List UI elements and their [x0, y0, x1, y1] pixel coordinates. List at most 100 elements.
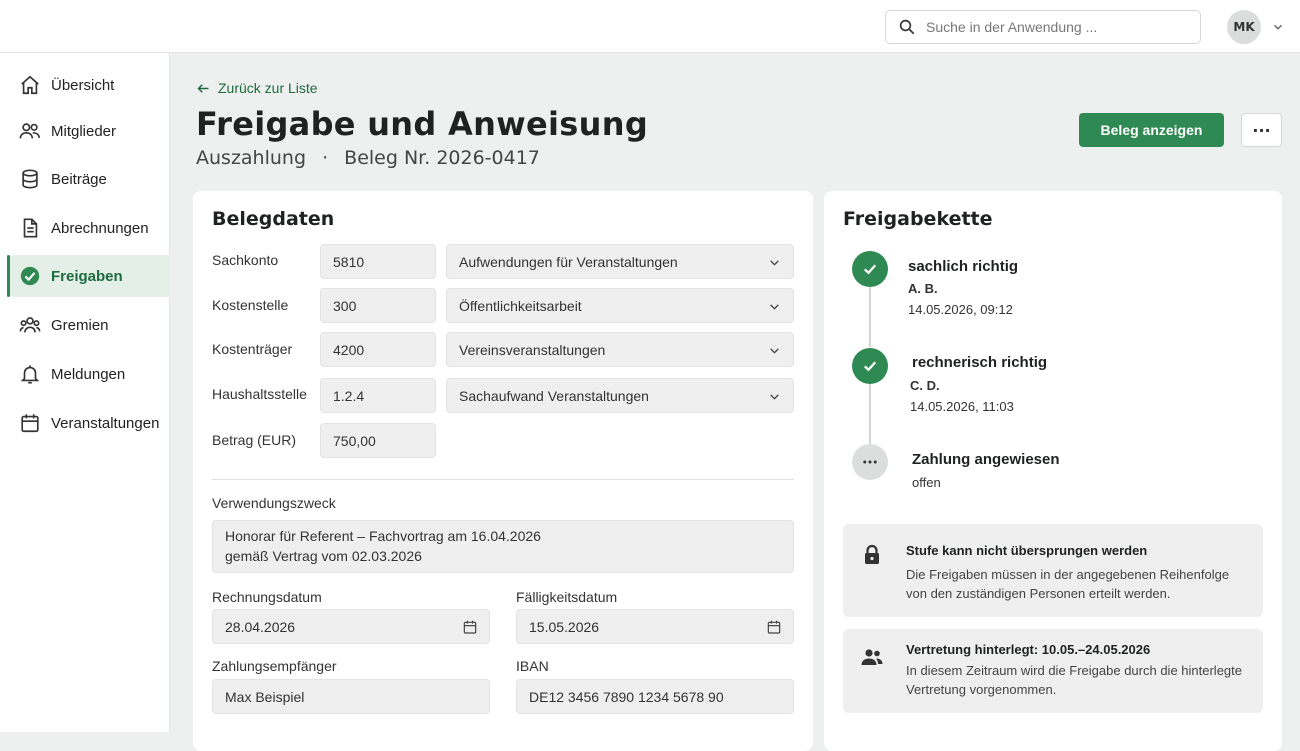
notice-lock: Stufe kann nicht übersprungen werden Die…: [843, 524, 1263, 617]
calendar-icon[interactable]: [462, 619, 478, 635]
notice-line: In diesem Zeitraum wird die Freigabe dur…: [906, 663, 1243, 678]
group-icon: [19, 317, 41, 333]
notice-line: Vertretung vorgenommen.: [906, 682, 1057, 697]
haushaltsstelle-select[interactable]: Sachaufwand Veranstaltungen: [446, 378, 794, 413]
chevron-down-icon: [770, 348, 779, 354]
sidebar-item-gremien[interactable]: Gremien: [8, 304, 170, 346]
step-person: C. D.: [910, 378, 940, 393]
betrag-field[interactable]: 750,00: [320, 423, 436, 458]
iban-label: IBAN: [516, 658, 549, 674]
more-options-button[interactable]: ···: [1241, 113, 1282, 147]
calendar-icon: [21, 414, 39, 433]
step-title: rechnerisch richtig: [912, 354, 1048, 371]
top-bar: MK: [0, 0, 1300, 53]
step-title: Zahlung angewiesen: [912, 451, 1060, 468]
step-done-indicator: [852, 348, 888, 384]
faelligkeitsdatum-label: Fälligkeitsdatum: [516, 589, 618, 605]
sachkonto-select[interactable]: Aufwendungen für Veranstaltungen: [446, 244, 794, 279]
page-subtitle: Auszahlung · Beleg Nr. 2026-0417: [196, 147, 540, 169]
kostentraeger-select[interactable]: Vereinsveranstaltungen: [446, 332, 794, 367]
zahlungsempfaenger-field[interactable]: Max Beispiel: [212, 679, 490, 714]
rechnungsdatum-value: 28.04.2026: [225, 618, 296, 635]
database-icon: [22, 169, 38, 189]
chevron-down-icon: [770, 304, 779, 310]
page-title: Freigabe und Anweisung: [196, 105, 649, 143]
beleg-anzeigen-button[interactable]: Beleg anzeigen: [1079, 113, 1224, 147]
kostenstelle-code-field[interactable]: 300: [320, 288, 436, 323]
step-date: 14.05.2026, 11:03: [910, 399, 1014, 414]
sidebar-item-label: Mitglieder: [51, 122, 117, 140]
rechnungsdatum-label: Rechnungsdatum: [212, 589, 322, 605]
chevron-down-icon: [770, 260, 779, 266]
rechnungsdatum-field[interactable]: 28.04.2026: [212, 609, 490, 644]
sachkonto-select-value: Aufwendungen für Veranstaltungen: [459, 253, 678, 270]
step-title: sachlich richtig: [908, 258, 1019, 275]
sidebar-item-beitraege[interactable]: Beiträge: [8, 158, 170, 200]
notice-text: Die Freigaben müssen in der angegebenen …: [906, 565, 1251, 603]
sidebar-item-meldungen[interactable]: Meldungen: [8, 353, 170, 395]
faelligkeitsdatum-value: 15.05.2026: [529, 618, 600, 635]
lock-icon: [865, 544, 879, 564]
verwendungszweck-line: Honorar für Referent – Fachvortrag am 16…: [225, 528, 541, 544]
sidebar-item-label: Gremien: [51, 316, 109, 334]
freigabekette-heading: Freigabekette: [843, 208, 993, 230]
sachkonto-code-field[interactable]: 5810: [320, 244, 436, 279]
check-circle-icon: [20, 266, 40, 286]
main-content: Zurück zur Liste Freigabe und Anweisung …: [170, 53, 1300, 751]
subtitle-beleg: Beleg Nr. 2026-0417: [344, 147, 540, 169]
sidebar: Übersicht Mitglieder Beiträge Abrechnung…: [0, 53, 170, 732]
verwendungszweck-field[interactable]: Honorar für Referent – Fachvortrag am 16…: [212, 520, 794, 573]
haushaltsstelle-label: Haushaltsstelle: [212, 386, 307, 402]
search-input[interactable]: [926, 19, 1176, 35]
sidebar-item-freigaben[interactable]: Freigaben: [7, 255, 170, 297]
people-icon: [861, 649, 883, 665]
user-avatar[interactable]: MK: [1227, 10, 1261, 44]
kostentraeger-label: Kostenträger: [212, 341, 293, 357]
search-icon: [899, 19, 915, 35]
verwendungszweck-line: gemäß Vertrag vom 02.03.2026: [225, 548, 422, 564]
notice-line: von den zuständigen Personen erteilt wer…: [906, 586, 1171, 601]
notice-text: In diesem Zeitraum wird die Freigabe dur…: [906, 661, 1251, 699]
belegdaten-heading: Belegdaten: [212, 208, 335, 230]
haushaltsstelle-code-field[interactable]: 1.2.4: [320, 378, 436, 413]
sidebar-item-uebersicht[interactable]: Übersicht: [8, 64, 170, 106]
bell-icon: [20, 365, 40, 384]
home-icon: [21, 75, 39, 95]
subtitle-separator: ·: [322, 147, 329, 169]
haushaltsstelle-select-value: Sachaufwand Veranstaltungen: [459, 387, 649, 404]
notice-title: Vertretung hinterlegt: 10.05.–24.05.2026: [906, 642, 1151, 657]
step-connector: [869, 384, 871, 444]
iban-field[interactable]: DE12 3456 7890 1234 5678 90: [516, 679, 794, 714]
notice-line: Die Freigaben müssen in der angegebenen …: [906, 567, 1230, 582]
step-pending-indicator: [852, 444, 888, 480]
step-done-indicator: [852, 251, 888, 287]
kostenstelle-select[interactable]: Öffentlichkeitsarbeit: [446, 288, 794, 323]
step-date: 14.05.2026, 09:12: [908, 302, 1013, 317]
sidebar-item-veranstaltungen[interactable]: Veranstaltungen: [8, 402, 170, 444]
sidebar-item-abrechnungen[interactable]: Abrechnungen: [8, 207, 170, 249]
kostentraeger-select-value: Vereinsveranstaltungen: [459, 341, 606, 358]
search-field[interactable]: [885, 10, 1201, 44]
users-icon: [19, 123, 40, 139]
check-icon: [863, 361, 877, 372]
back-link[interactable]: Zurück zur Liste: [196, 80, 318, 96]
check-icon: [863, 264, 877, 275]
sidebar-item-label: Beiträge: [51, 170, 107, 188]
sidebar-item-label: Freigaben: [51, 267, 123, 285]
notice-title: Stufe kann nicht übersprungen werden: [906, 543, 1148, 558]
faelligkeitsdatum-field[interactable]: 15.05.2026: [516, 609, 794, 644]
step-connector: [869, 287, 871, 347]
back-link-label: Zurück zur Liste: [218, 80, 318, 96]
sidebar-item-label: Abrechnungen: [51, 219, 149, 237]
chevron-down-icon: [770, 394, 779, 400]
subtitle-type: Auszahlung: [196, 147, 307, 169]
verwendungszweck-label: Verwendungszweck: [212, 495, 336, 511]
chevron-down-icon[interactable]: [1271, 20, 1285, 34]
sidebar-item-mitglieder[interactable]: Mitglieder: [8, 110, 170, 152]
step-state: offen: [912, 475, 941, 490]
calendar-icon[interactable]: [766, 619, 782, 635]
step-person: A. B.: [908, 281, 938, 296]
arrow-left-icon: [197, 83, 209, 93]
kostentraeger-code-field[interactable]: 4200: [320, 332, 436, 367]
kostenstelle-label: Kostenstelle: [212, 297, 289, 313]
